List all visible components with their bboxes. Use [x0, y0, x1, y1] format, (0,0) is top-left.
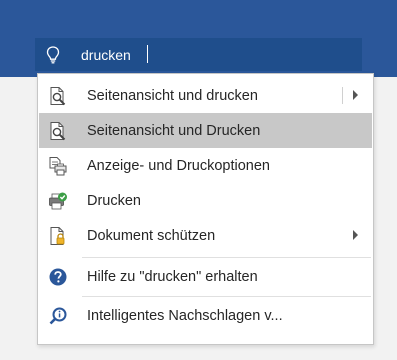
smart-lookup-icon — [47, 305, 69, 327]
menu-item-label: Intelligentes Nachschlagen v... — [87, 307, 283, 324]
text-cursor — [147, 45, 148, 63]
menu-item-label: Seitenansicht und drucken — [87, 87, 258, 104]
menu-item-label: Dokument schützen — [87, 227, 216, 244]
menu-item-print-preview[interactable]: Seitenansicht und Drucken — [39, 113, 372, 148]
menu-divider — [82, 296, 371, 297]
lightbulb-icon — [41, 43, 65, 67]
menu-item-display-print-options[interactable]: Anzeige- und Druckoptionen — [39, 148, 372, 183]
submenu-arrow-icon[interactable] — [353, 230, 358, 240]
help-icon — [47, 266, 69, 288]
menu-item-label: Anzeige- und Druckoptionen — [87, 157, 270, 174]
menu-divider — [82, 257, 371, 258]
menu-item-label: Hilfe zu "drucken" erhalten — [87, 268, 258, 285]
tell-me-search-bar[interactable] — [35, 38, 362, 71]
menu-item-print[interactable]: Drucken — [39, 183, 372, 218]
menu-item-get-help[interactable]: Hilfe zu "drucken" erhalten — [39, 259, 372, 294]
menu-item-protect-document[interactable]: Dokument schützen — [39, 218, 372, 253]
submenu-arrow-icon[interactable] — [353, 90, 358, 100]
menu-item-smart-lookup[interactable]: Intelligentes Nachschlagen v... — [39, 298, 372, 333]
menu-item-print-preview-submenu[interactable]: Seitenansicht und drucken — [39, 78, 372, 113]
menu-item-label: Seitenansicht und Drucken — [87, 122, 261, 139]
search-input[interactable] — [81, 46, 331, 63]
lock-document-icon — [47, 225, 69, 247]
display-print-options-icon — [47, 155, 69, 177]
split-separator — [342, 87, 343, 104]
printer-check-icon — [47, 190, 69, 212]
print-preview-icon — [47, 85, 69, 107]
search-results-menu: Seitenansicht und drucken Seitenansicht … — [37, 73, 374, 345]
menu-item-label: Drucken — [87, 192, 141, 209]
print-preview-icon — [47, 120, 69, 142]
